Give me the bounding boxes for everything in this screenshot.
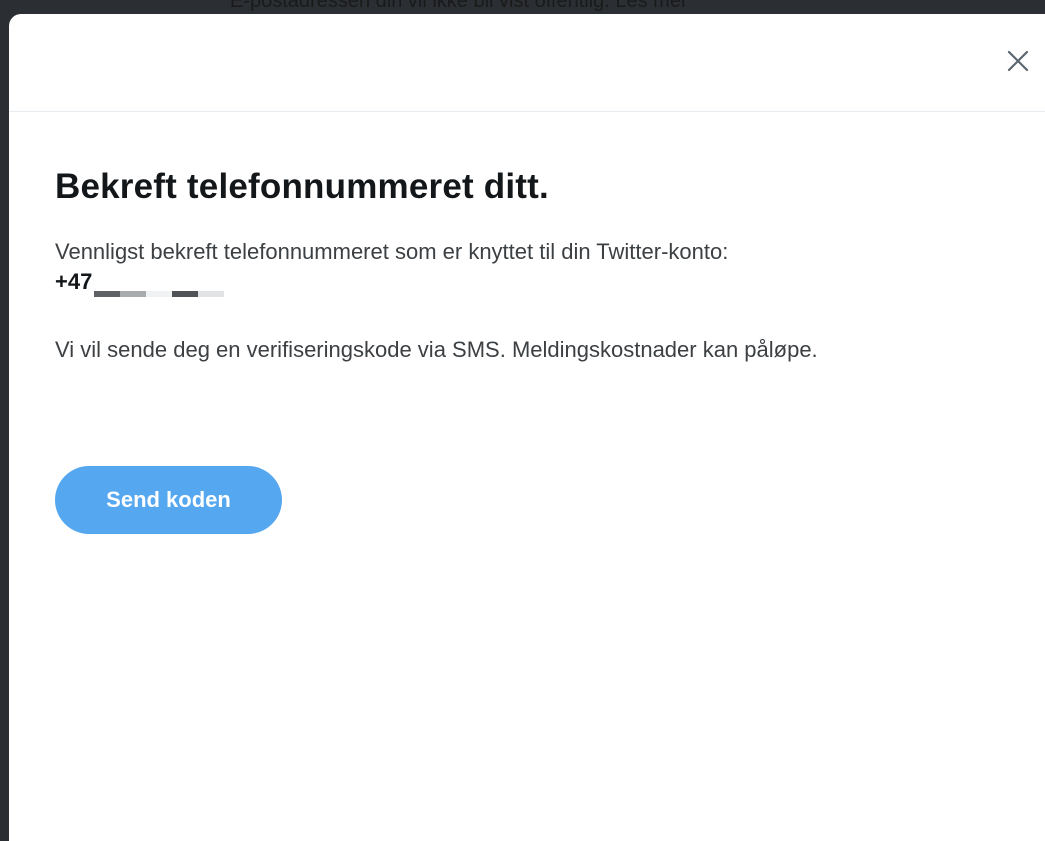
close-icon bbox=[1007, 50, 1029, 72]
dialog-body: Bekreft telefonnummeret ditt. Vennligst … bbox=[9, 112, 1045, 534]
phone-prefix: +47 bbox=[55, 269, 93, 294]
backdrop-partial-text: E-postadressen din vil ikke bli vist off… bbox=[230, 0, 688, 12]
phone-number: +47 bbox=[55, 267, 999, 297]
dialog-header bbox=[9, 14, 1045, 112]
sms-info-text: Vi vil sende deg en verifiseringskode vi… bbox=[55, 337, 818, 362]
send-code-button[interactable]: Send koden bbox=[55, 466, 282, 534]
close-button[interactable] bbox=[1001, 44, 1035, 78]
dialog-title: Bekreft telefonnummeret ditt. bbox=[55, 167, 549, 206]
phone-redacted-digits bbox=[94, 267, 225, 297]
confirm-text: Vennligst bekreft telefonnummeret som er… bbox=[55, 239, 729, 264]
verify-phone-dialog: Bekreft telefonnummeret ditt. Vennligst … bbox=[9, 14, 1045, 841]
